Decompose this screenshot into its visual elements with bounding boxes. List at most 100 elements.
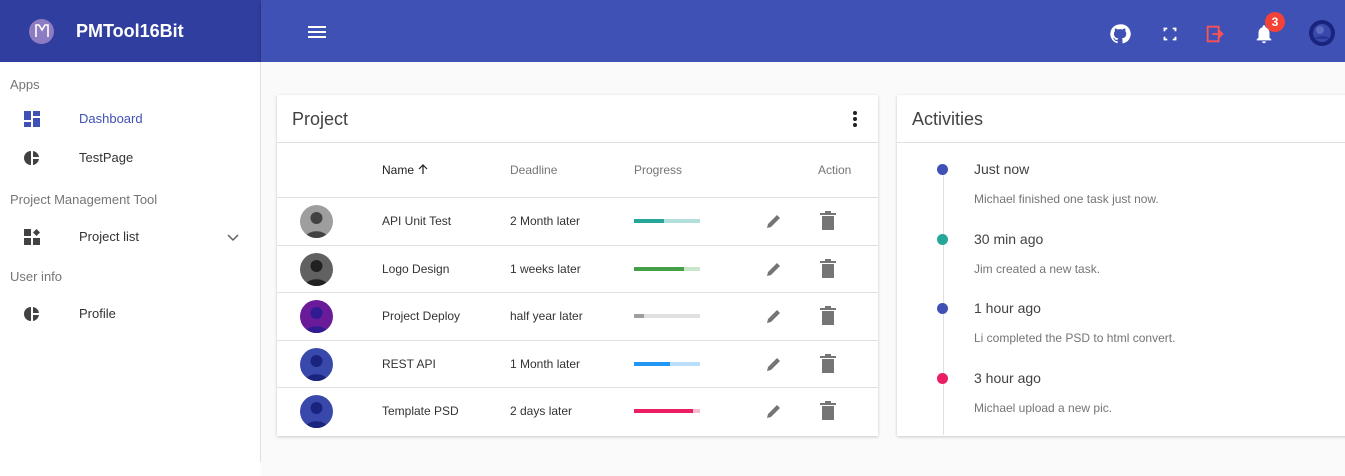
trash-icon [820, 306, 836, 325]
user-avatar [1309, 20, 1335, 46]
sidebar-section-pmt: Project Management Tool [10, 192, 158, 207]
project-name: REST API [382, 356, 436, 371]
sidebar: Apps Dashboard TestPage Project Manageme… [0, 62, 261, 462]
table-row[interactable]: Project Deploy half year later [277, 292, 878, 339]
column-header-action: Action [818, 163, 852, 177]
pencil-icon [767, 405, 780, 418]
project-avatar [300, 347, 333, 381]
project-deadline: 1 weeks later [510, 261, 581, 276]
github-icon [1110, 24, 1131, 44]
project-list-icon [24, 229, 40, 245]
activity-text: Jim created a new task. [974, 261, 1101, 276]
kebab-menu-icon [853, 111, 857, 127]
column-header-deadline[interactable]: Deadline [510, 163, 557, 177]
brand: PMTool16Bit [0, 0, 261, 62]
notification-badge: 3 [1265, 12, 1285, 32]
timeline-dot [937, 233, 948, 245]
delete-button[interactable] [819, 401, 837, 421]
main-content: Project Name Deadline Progress Action AP… [261, 62, 1345, 476]
sidebar-item-label: Dashboard [79, 111, 143, 126]
progress-bar [634, 266, 700, 271]
edit-button[interactable] [765, 402, 783, 420]
progress-fill [634, 361, 671, 366]
project-deadline: 2 Month later [510, 214, 581, 228]
activity-time: 3 hour ago [974, 369, 1041, 386]
edit-button[interactable] [765, 212, 783, 230]
menu-toggle-button[interactable] [305, 20, 329, 44]
project-deadline: 1 Month later [510, 356, 581, 371]
edit-button[interactable] [765, 307, 783, 325]
edit-button[interactable] [765, 355, 783, 373]
card-header-divider [897, 142, 1345, 143]
progress-fill [634, 314, 644, 318]
sidebar-item-project-list[interactable]: Project list [0, 218, 260, 256]
logout-button[interactable] [1204, 23, 1226, 45]
card-header-divider [277, 142, 878, 143]
progress-fill [634, 266, 684, 271]
activity-text: Li completed the PSD to html convert. [974, 331, 1176, 345]
delete-button[interactable] [819, 258, 837, 279]
table-row[interactable]: Logo Design 1 weeks later [277, 244, 878, 292]
sidebar-item-testpage[interactable]: TestPage [0, 139, 260, 177]
user-avatar-button[interactable] [1308, 19, 1336, 47]
progress-bar [634, 361, 700, 366]
chevron-down-icon[interactable] [224, 228, 242, 246]
github-button[interactable] [1109, 23, 1131, 45]
app-bar: 3 [261, 0, 1345, 62]
edit-button[interactable] [765, 260, 783, 278]
app-name: PMTool16Bit [76, 20, 184, 41]
pie-chart-icon [24, 306, 40, 322]
pencil-icon [767, 262, 780, 276]
project-avatar [300, 300, 333, 333]
delete-button[interactable] [819, 211, 837, 231]
sidebar-item-label: Profile [79, 306, 116, 321]
app-logo [29, 18, 54, 44]
activity-item: 30 min ago Jim created a new task. [897, 231, 1345, 299]
progress-bar [634, 409, 700, 413]
pencil-icon [767, 357, 780, 371]
progress-bar [634, 219, 700, 223]
sort-ascending-icon [418, 164, 428, 174]
table-row[interactable]: API Unit Test 2 Month later [277, 197, 878, 244]
sidebar-item-profile[interactable]: Profile [0, 295, 260, 333]
delete-button[interactable] [819, 353, 837, 374]
delete-button[interactable] [819, 306, 837, 326]
sidebar-item-dashboard[interactable]: Dashboard [0, 100, 260, 138]
fullscreen-button[interactable] [1159, 23, 1181, 45]
column-header-name[interactable]: Name [382, 163, 429, 177]
logout-icon [1206, 25, 1224, 43]
activity-text: Michael upload a new pic. [974, 400, 1113, 415]
sidebar-section-apps: Apps [10, 77, 40, 92]
project-name: Template PSD [382, 404, 459, 418]
sidebar-item-label: TestPage [79, 150, 134, 165]
sidebar-section-user-info: User info [10, 269, 63, 284]
activity-text: Michael finished one task just now. [974, 192, 1159, 206]
column-header-progress[interactable]: Progress [634, 163, 682, 177]
sidebar-item-label: Project list [79, 229, 139, 244]
dashboard-icon [24, 111, 40, 127]
activity-time: 30 min ago [974, 230, 1044, 247]
progress-fill [634, 219, 664, 223]
pencil-icon [767, 310, 780, 323]
fullscreen-icon [1163, 27, 1177, 41]
appbar-actions: 3 [1105, 0, 1345, 62]
project-deadline: half year later [510, 309, 583, 323]
activities-card-title: Activities [912, 109, 984, 129]
table-row[interactable]: Template PSD 2 days later [277, 387, 878, 434]
timeline-dot [937, 303, 948, 314]
hamburger-icon [308, 26, 326, 38]
project-deadline: 2 days later [510, 404, 573, 418]
activity-item: Just now Michael finished one task just n… [897, 161, 1345, 229]
timeline-dot [937, 372, 948, 384]
trash-icon [820, 258, 836, 278]
project-avatar [300, 252, 333, 286]
notifications-button[interactable]: 3 [1253, 12, 1285, 45]
timeline-dot [937, 164, 948, 175]
more-options-button[interactable] [843, 107, 867, 131]
activity-item: 1 hour ago Li completed the PSD to html c… [897, 300, 1345, 368]
trash-icon [820, 211, 836, 230]
activities-card: Activities Just now Michael finished one … [897, 95, 1345, 436]
table-row[interactable]: REST API 1 Month later [277, 339, 878, 387]
trash-icon [820, 353, 836, 373]
progress-bar [634, 314, 700, 318]
